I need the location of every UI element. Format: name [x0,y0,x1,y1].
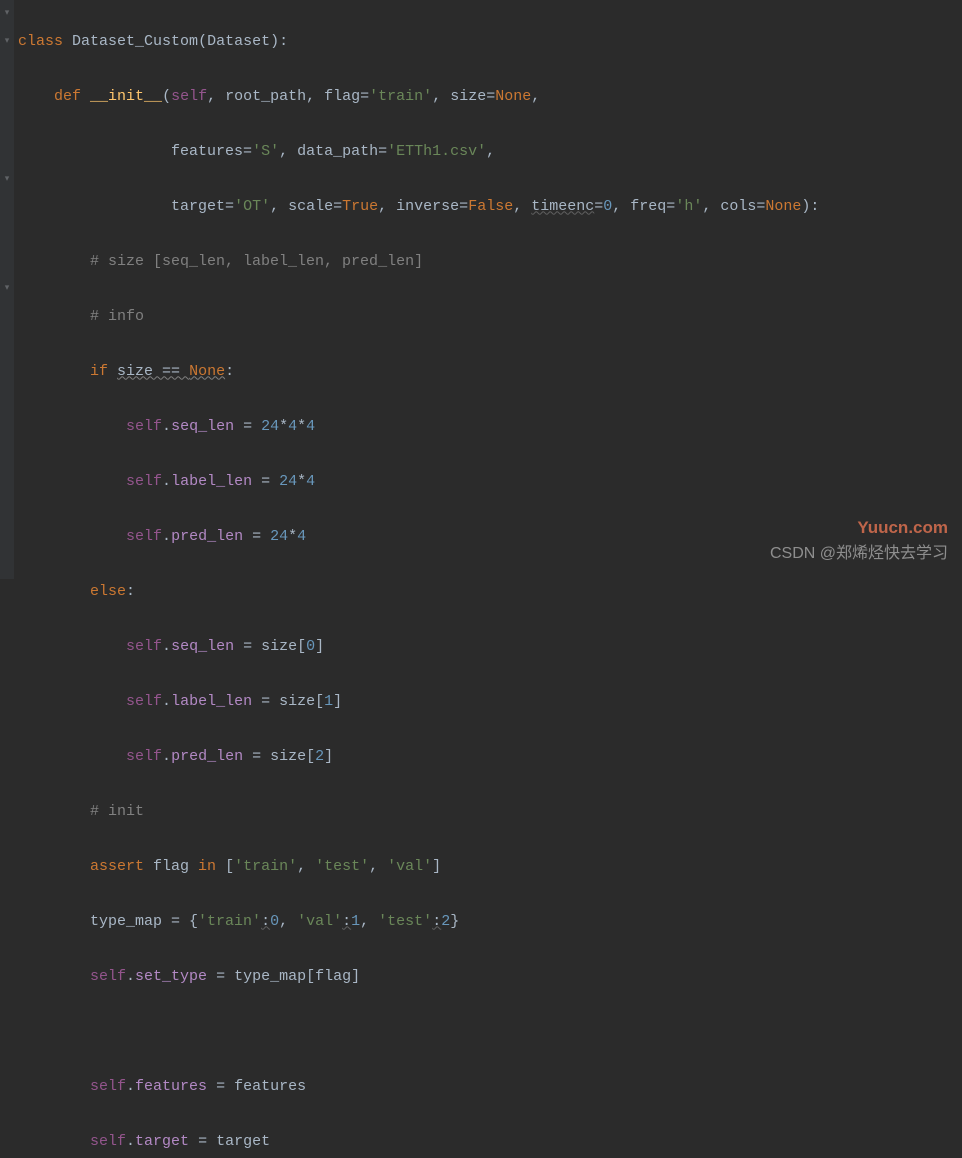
param: data_path [297,143,378,160]
string: 'test' [378,913,432,930]
attribute: set_type [135,968,207,985]
number: 4 [306,473,315,490]
class-name: Dataset_Custom [72,33,198,50]
self: self [126,638,162,655]
self: self [90,1133,126,1150]
param: target [171,198,225,215]
method-name: __init__ [90,88,162,105]
fold-marker-icon[interactable]: ▾ [2,8,12,18]
number: 24 [261,418,279,435]
fold-marker-icon[interactable]: ▾ [2,283,12,293]
number: 4 [297,528,306,545]
bool-literal: True [342,198,378,215]
keyword-def: def [54,88,81,105]
string: 'train' [198,913,261,930]
number: 24 [270,528,288,545]
param: cols [720,198,756,215]
number: 1 [324,693,333,710]
self: self [126,748,162,765]
string: 'val' [387,858,432,875]
param: freq [630,198,666,215]
param: root_path [225,88,306,105]
keyword-class: class [18,33,63,50]
attribute: target [135,1133,189,1150]
keyword-assert: assert [90,858,144,875]
number: 2 [315,748,324,765]
number: 0 [603,198,612,215]
attribute: seq_len [171,638,234,655]
param: inverse [396,198,459,215]
keyword-in: in [198,858,216,875]
comment: # init [90,803,144,820]
string: 'test' [315,858,369,875]
base-class: Dataset [207,33,270,50]
code-content[interactable]: class Dataset_Custom(Dataset): def __ini… [14,0,962,579]
number: 24 [279,473,297,490]
keyword-else: else [90,583,126,600]
string: 'S' [252,143,279,160]
self: self [90,968,126,985]
attribute: features [135,1078,207,1095]
param-self: self [171,88,207,105]
number: 0 [306,638,315,655]
code-editor[interactable]: ▾ ▾ ▾ ▾ class Dataset_Custom(Dataset): d… [0,0,962,579]
attribute: pred_len [171,748,243,765]
number: 2 [441,913,450,930]
number: 4 [288,418,297,435]
none-literal: None [765,198,801,215]
attribute: label_len [171,693,252,710]
none-literal: None [495,88,531,105]
string: 'OT' [234,198,270,215]
string: 'val' [297,913,342,930]
param: scale [288,198,333,215]
string: 'train' [369,88,432,105]
number: 0 [270,913,279,930]
keyword-if: if [90,363,108,380]
gutter: ▾ ▾ ▾ ▾ [0,0,14,579]
param: flag [324,88,360,105]
self: self [126,418,162,435]
attribute: seq_len [171,418,234,435]
comment: # info [90,308,144,325]
param: features [171,143,243,160]
self: self [126,473,162,490]
param: size [450,88,486,105]
self: self [126,693,162,710]
param: timeenc [531,198,594,215]
fold-marker-icon[interactable]: ▾ [2,36,12,46]
bool-literal: False [468,198,513,215]
number: 4 [306,418,315,435]
fold-marker-icon[interactable]: ▾ [2,174,12,184]
string: 'ETTh1.csv' [387,143,486,160]
number: 1 [351,913,360,930]
comment: # size [seq_len, label_len, pred_len] [90,253,423,270]
string: 'h' [675,198,702,215]
attribute: pred_len [171,528,243,545]
self: self [126,528,162,545]
attribute: label_len [171,473,252,490]
self: self [90,1078,126,1095]
identifier: type_map [90,913,162,930]
string: 'train' [234,858,297,875]
identifier: size == None [117,363,225,380]
